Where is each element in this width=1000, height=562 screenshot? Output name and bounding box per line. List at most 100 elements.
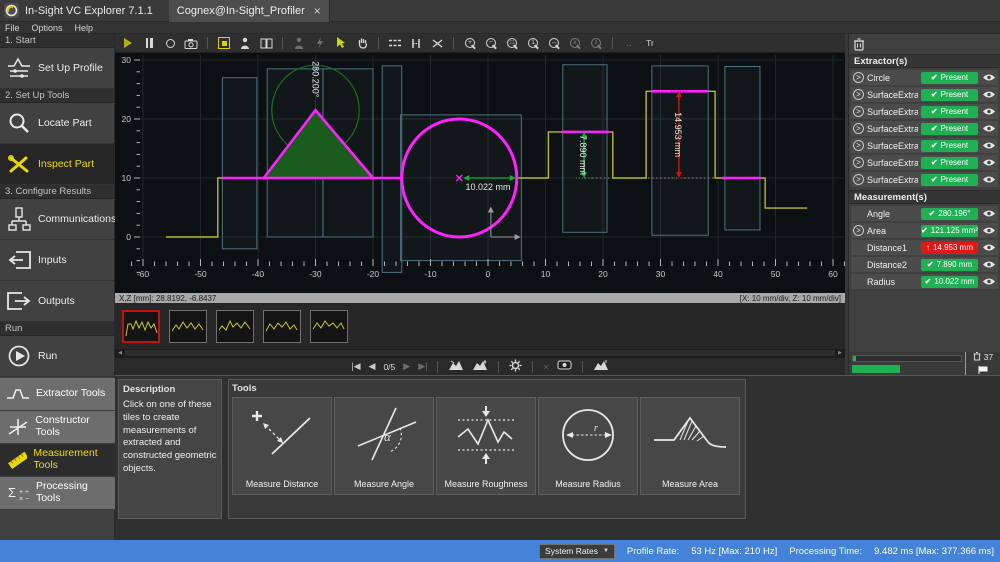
operator-view-icon[interactable] [238, 36, 252, 51]
pointer-icon[interactable] [334, 36, 348, 51]
skip-first-button[interactable]: |◀ [351, 361, 360, 372]
visibility-eye-icon[interactable] [981, 243, 996, 252]
calipers-icon[interactable] [409, 36, 423, 51]
zoom-one-to-one-icon[interactable]: 1 [526, 36, 540, 50]
measurement-row[interactable]: Distance1 ↑14.953 mm [851, 240, 998, 255]
record-display-icon[interactable] [557, 359, 572, 374]
zoom-z-icon[interactable]: z [589, 36, 603, 50]
visibility-eye-icon[interactable] [981, 209, 996, 218]
sidebar-item-outputs[interactable]: Outputs [0, 281, 114, 322]
tile-measure-roughness[interactable]: Measure Roughness [436, 397, 536, 495]
visibility-eye-icon[interactable] [981, 141, 996, 150]
expand-chevron-icon[interactable]: > [853, 123, 864, 134]
pan-hand-icon[interactable] [355, 36, 369, 51]
measurement-row[interactable]: > Area ✔121.125 mm² [851, 223, 998, 238]
expand-chevron-icon[interactable]: > [853, 89, 864, 100]
category-measurement-tools[interactable]: Measurement Tools [0, 444, 115, 477]
record-filmstrip-icon[interactable] [448, 359, 464, 374]
visibility-eye-icon[interactable] [981, 107, 996, 116]
sidebar-item-locate-part[interactable]: Locate Part [0, 103, 114, 144]
sidebar-item-inputs[interactable]: Inputs [0, 240, 114, 281]
tile-measure-radius[interactable]: r Measure Radius [538, 397, 638, 495]
extractor-row[interactable]: > SurfaceExtractor_... ✔Present [851, 121, 998, 136]
load-filmstrip-icon[interactable] [472, 359, 488, 374]
visibility-eye-icon[interactable] [981, 260, 996, 269]
extractor-row[interactable]: > SurfaceExtractor2 ✔Present [851, 172, 998, 187]
filmstrip-thumbnail[interactable] [263, 310, 301, 343]
extractor-row[interactable]: > SurfaceExtractor1 ✔Present [851, 138, 998, 153]
system-rates-dropdown[interactable]: System Rates ▼ [539, 544, 615, 559]
dots-icon[interactable]: ‥ [622, 36, 636, 51]
user-disabled-icon[interactable] [292, 36, 306, 51]
job-tab[interactable]: Cognex@In-Sight_Profiler × [169, 0, 330, 22]
previous-frame-button[interactable]: ◀ [369, 361, 376, 372]
menu-options[interactable]: Options [32, 23, 63, 33]
fixture-icon[interactable] [430, 36, 444, 51]
menu-help[interactable]: Help [75, 23, 94, 33]
menu-file[interactable]: File [5, 23, 20, 33]
visibility-eye-icon[interactable] [981, 158, 996, 167]
extractor-row[interactable]: > SurfaceExtractor1_... ✔Present [851, 155, 998, 170]
next-frame-button[interactable]: ▶ [403, 361, 410, 372]
job-view-icon[interactable] [259, 36, 273, 51]
skip-last-button[interactable]: ▶| [418, 361, 427, 372]
tile-measure-area[interactable]: Measure Area [640, 397, 740, 495]
expand-chevron-icon[interactable]: > [853, 174, 864, 185]
sidebar-item-run[interactable]: Run [0, 336, 114, 377]
tile-measure-angle[interactable]: α Measure Angle [334, 397, 434, 495]
expand-chevron-icon[interactable]: > [853, 106, 864, 117]
scrollbar-track[interactable] [125, 350, 835, 356]
extractor-row[interactable]: > SurfaceExtractor ✔Present [851, 87, 998, 102]
filmstrip-settings-gear-icon[interactable] [509, 359, 522, 375]
run-job-icon[interactable] [121, 36, 135, 51]
profile-chart[interactable]: -60-50-40-30-20-100102030405060010203010… [115, 53, 845, 293]
tab-close-icon[interactable]: × [314, 4, 321, 18]
visibility-eye-icon[interactable] [981, 124, 996, 133]
category-constructor-tools[interactable]: Constructor Tools [0, 411, 115, 444]
visibility-eye-icon[interactable] [981, 90, 996, 99]
visibility-eye-icon[interactable] [981, 73, 996, 82]
export-filmstrip-icon[interactable] [593, 359, 609, 374]
expand-chevron-icon[interactable]: > [853, 140, 864, 151]
filmstrip-thumbnail[interactable] [310, 310, 348, 343]
check-icon: ✔ [931, 158, 938, 167]
scroll-right-icon[interactable]: ▶ [835, 350, 845, 356]
expand-chevron-icon[interactable]: > [853, 157, 864, 168]
zoom-region-icon[interactable]: □ [505, 36, 519, 50]
sidebar-item-communications[interactable]: Communications [0, 199, 114, 240]
filmstrip-thumbnail[interactable] [122, 310, 160, 343]
delete-trash-icon[interactable] [853, 37, 865, 54]
expand-chevron-icon[interactable]: > [853, 72, 864, 83]
measurement-row[interactable]: Radius ✔10.022 mm [851, 274, 998, 289]
extractor-row[interactable]: > Circle ✔Present [851, 70, 998, 85]
filmstrip-thumbnail[interactable] [169, 310, 207, 343]
extractor-row[interactable]: > SurfaceExtractor_... ✔Present [851, 104, 998, 119]
visibility-eye-icon[interactable] [981, 277, 996, 286]
expand-chevron-icon[interactable]: > [853, 225, 864, 236]
pause-icon[interactable] [142, 36, 156, 51]
live-video-icon[interactable] [217, 36, 231, 51]
zoom-fit-icon[interactable]: ↔ [547, 36, 561, 50]
sidebar-item-setup-profile[interactable]: Set Up Profile [0, 48, 114, 89]
visibility-eye-icon[interactable] [981, 226, 996, 235]
trigger-disabled-icon[interactable] [313, 36, 327, 51]
visibility-eye-icon[interactable] [981, 175, 996, 184]
measurement-row[interactable]: Angle ✔280.196° [851, 206, 998, 221]
zoom-x-icon[interactable]: x [568, 36, 582, 50]
sidebar-item-inspect-part[interactable]: Inspect Part [0, 144, 114, 185]
category-extractor-tools[interactable]: Extractor Tools [0, 378, 115, 411]
category-processing-tools[interactable]: Σ+ ÷× − Processing Tools [0, 477, 115, 510]
scroll-left-icon[interactable]: ◀ [115, 350, 125, 356]
tile-measure-distance[interactable]: Measure Distance [232, 397, 332, 495]
record-icon[interactable] [163, 36, 177, 51]
filmstrip-scrollbar[interactable]: ◀ ▶ [115, 349, 845, 357]
buffer-trash-icon[interactable] [973, 351, 981, 364]
snapshot-camera-icon[interactable] [184, 36, 198, 51]
zoom-in-icon[interactable]: + [463, 36, 477, 50]
zoom-out-icon[interactable]: − [484, 36, 498, 50]
text-labels-icon[interactable]: Tr [643, 36, 657, 51]
filmstrip-thumbnail[interactable] [216, 310, 254, 343]
measurement-row[interactable]: Distance2 ✔7.890 mm [851, 257, 998, 272]
cancel-record-icon[interactable]: × [543, 362, 548, 372]
profile-graph-icon[interactable] [388, 36, 402, 51]
